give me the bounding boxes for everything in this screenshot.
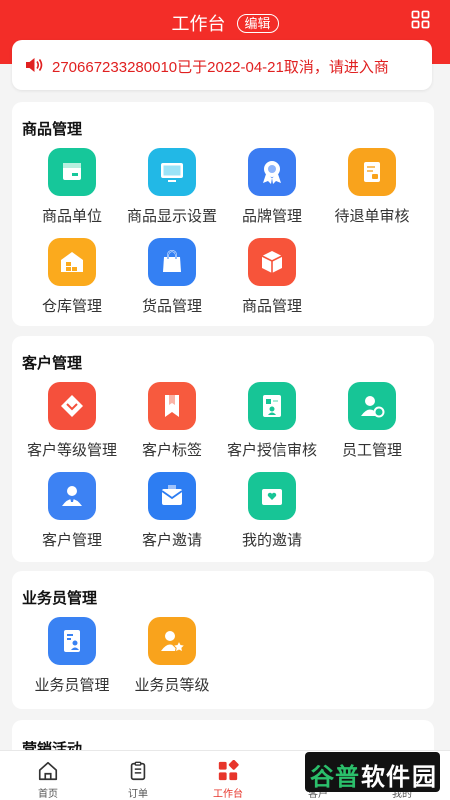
menu-label: 商品单位 [41,208,102,225]
box-icon [48,148,96,196]
watermark-logo: 谷 普 软 件 园 [305,752,440,792]
menu-label: 商品显示设置 [126,208,217,225]
tab-label: 首页 [38,789,58,800]
watermark-char: 软 [361,764,386,791]
tab-orders[interactable]: 订单 [93,751,183,800]
menu-label: 品牌管理 [241,208,302,225]
menu-label: 货品管理 [141,298,202,315]
menu-label: 待退单审核 [334,208,410,225]
clipboard-icon [130,761,146,781]
monitor-icon [148,148,196,196]
bookmark-icon [148,382,196,430]
menu-label: 业务员等级 [134,677,210,694]
user-star-icon [148,617,196,665]
menu-credit-review[interactable]: 客户授信审核 [222,382,322,460]
section-title: 客户管理 [22,355,83,372]
menu-return-review[interactable]: 待退单审核 [322,148,422,226]
menu-customer-level[interactable]: 客户等级管理 [22,382,122,460]
tab-label: 工作台 [213,789,243,800]
users-icon [48,472,96,520]
grid-menu-icon[interactable] [411,10,430,29]
workbench-icon [218,759,239,781]
warehouse-icon [48,238,96,286]
menu-customer-tag[interactable]: 客户标签 [122,382,222,460]
menu-goods-display-settings[interactable]: 商品显示设置 [122,148,222,226]
mail-icon [148,472,196,520]
notice-text: 270667233280010已于2022-04-21取消，请进入商 [52,59,389,76]
menu-label: 商品管理 [241,298,302,315]
section-title: 商品管理 [22,121,83,138]
cube-icon [248,238,296,286]
speaker-icon [26,58,43,72]
menu-salesman-manage[interactable]: 业务员管理 [22,617,122,695]
menu-staff[interactable]: 员工管理 [322,382,422,460]
menu-label: 客户等级管理 [26,442,117,459]
tab-home[interactable]: 首页 [3,751,93,800]
menu-goods[interactable]: 商品管理 [222,238,322,316]
watermark-char: 园 [412,764,437,791]
menu-label: 我的邀请 [241,532,302,549]
page-title: 工作台 [171,14,226,34]
heart-mail-icon [248,472,296,520]
user-gear-icon [348,382,396,430]
badge-icon [248,148,296,196]
tab-workbench[interactable]: 工作台 [183,751,273,800]
menu-customer-invite[interactable]: 客户邀请 [122,472,222,550]
section-goods: 商品管理 商品单位 商品显示设置 品牌管理 待退单审核 仓库管理 货品管理 商品… [12,102,434,326]
home-icon [38,761,58,781]
menu-goods-unit[interactable]: 商品单位 [22,148,122,226]
menu-my-invite[interactable]: 我的邀请 [222,472,322,550]
watermark-char: 谷 [310,764,335,791]
menu-customer-manage[interactable]: 客户管理 [22,472,122,550]
section-salesman: 业务员管理 业务员管理 业务员等级 [12,571,434,709]
profile-doc-icon [48,617,96,665]
notice-banner[interactable]: 270667233280010已于2022-04-21取消，请进入商 [12,40,432,90]
section-title: 业务员管理 [22,590,98,607]
shopping-bag-icon [148,238,196,286]
menu-label: 客户邀请 [141,532,202,549]
menu-label: 员工管理 [341,442,402,459]
menu-cargo[interactable]: 货品管理 [122,238,222,316]
watermark-char: 普 [335,764,360,791]
menu-label: 客户授信审核 [226,442,317,459]
watermark-char: 件 [386,764,411,791]
menu-salesman-level[interactable]: 业务员等级 [122,617,222,695]
invoice-icon [348,148,396,196]
menu-label: 仓库管理 [41,298,102,315]
edit-button[interactable]: 编辑 [236,13,279,33]
menu-brand[interactable]: 品牌管理 [222,148,322,226]
menu-label: 业务员管理 [34,677,110,694]
menu-label: 客户标签 [141,442,202,459]
header-title-group: 工作台 编辑 [0,10,450,36]
menu-label: 客户管理 [41,532,102,549]
section-customer: 客户管理 客户等级管理 客户标签 客户授信审核 员工管理 客户管理 客户邀请 我… [12,336,434,562]
menu-warehouse[interactable]: 仓库管理 [22,238,122,316]
tab-label: 订单 [128,789,148,800]
diamond-icon [48,382,96,430]
id-card-icon [248,382,296,430]
